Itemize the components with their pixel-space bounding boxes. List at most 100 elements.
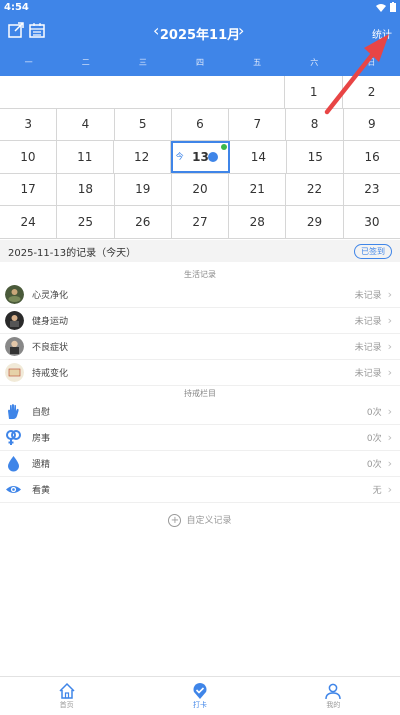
battery-icon <box>390 2 396 12</box>
custom-record-button[interactable]: + 自定义记录 <box>0 513 400 527</box>
weekday-label: 四 <box>195 58 204 67</box>
weekday-label: 五 <box>253 58 262 67</box>
chevron-right-icon: › <box>387 288 392 301</box>
calendar-day-today[interactable]: 今 13 <box>170 141 231 173</box>
wifi-icon <box>376 3 386 12</box>
status-dot-icon <box>221 144 228 150</box>
status-bar: 4:54 <box>0 0 400 14</box>
life-item-mind[interactable]: 心灵净化 未记录 › <box>0 282 400 308</box>
calendar-day[interactable]: 19 <box>115 173 172 205</box>
calendar-day[interactable]: 4 <box>57 108 115 140</box>
life-item-fitness[interactable]: 健身运动 未记录 › <box>0 308 400 334</box>
calendar-empty-cell <box>0 76 57 108</box>
calendar-day[interactable]: 7 <box>229 108 287 140</box>
calendar-day[interactable]: 18 <box>57 173 115 205</box>
calendar-day[interactable]: 30 <box>344 206 400 238</box>
calendar-day[interactable]: 21 <box>229 173 287 205</box>
calendar-grid: 1 2 3 4 5 6 7 8 9 10 11 12 今 13 14 15 16… <box>0 76 400 239</box>
calendar-day[interactable]: 14 <box>230 141 288 173</box>
calendar-day[interactable]: 8 <box>286 108 344 140</box>
life-item-abstain-change[interactable]: 持戒变化 未记录 › <box>0 360 400 386</box>
nav-label: 我的 <box>326 701 341 709</box>
nav-label: 打卡 <box>192 701 207 709</box>
life-item-symptoms[interactable]: 不良症状 未记录 › <box>0 334 400 360</box>
abstain-item-sex[interactable]: 房事 0次 › <box>0 425 400 451</box>
calendar-week: 1 2 <box>0 76 400 109</box>
abstain-item-value: 0次 <box>366 408 382 418</box>
calendar-day[interactable]: 5 <box>115 108 172 140</box>
home-icon <box>59 682 75 699</box>
signed-badge[interactable]: 已签到 <box>354 243 392 259</box>
calendar-day[interactable]: 22 <box>286 173 344 205</box>
nav-checkin[interactable]: 打卡 <box>133 677 266 715</box>
calendar-day[interactable]: 11 <box>57 141 114 173</box>
calendar-week: 24 25 26 27 28 29 30 <box>0 206 400 239</box>
life-item-value: 未记录 <box>354 369 382 379</box>
calendar-empty-cell <box>114 76 171 108</box>
life-section-title: 生活记录 <box>184 270 216 279</box>
meditation-avatar-icon <box>5 285 24 304</box>
user-icon <box>325 683 342 700</box>
calendar-week: 3 4 5 6 7 8 9 <box>0 108 400 141</box>
calendar-day[interactable]: 12 <box>114 141 171 173</box>
calendar-day[interactable]: 29 <box>286 206 344 238</box>
today-marker: 今 <box>175 152 184 162</box>
abstain-item-label: 遗精 <box>32 460 51 470</box>
calendar-day[interactable]: 25 <box>57 206 115 238</box>
chevron-right-icon: › <box>387 340 392 353</box>
calendar-day[interactable]: 10 <box>0 141 57 173</box>
life-item-label: 持戒变化 <box>32 369 69 379</box>
calendar-empty-cell <box>171 76 228 108</box>
calendar-day[interactable]: 23 <box>344 174 400 206</box>
abstain-item-masturbation[interactable]: 自慰 0次 › <box>0 399 400 425</box>
plus-icon: + <box>168 514 182 527</box>
life-item-value: 未记录 <box>354 291 382 301</box>
chevron-right-icon: › <box>387 457 392 470</box>
life-item-label: 心灵净化 <box>32 291 69 301</box>
calendar-day[interactable]: 24 <box>0 206 58 238</box>
abstain-item-porn[interactable]: 看黄 无 › <box>0 477 400 503</box>
life-item-label: 不良症状 <box>32 343 69 353</box>
calendar-day[interactable]: 6 <box>172 108 230 140</box>
chevron-right-icon: › <box>387 366 392 379</box>
calendar-day[interactable]: 26 <box>115 206 172 238</box>
calendar-day[interactable]: 27 <box>172 206 230 238</box>
chevron-right-icon: › <box>387 405 392 418</box>
weekday-label: 六 <box>310 58 319 67</box>
weekday-label: 二 <box>81 58 90 67</box>
drop-icon <box>5 455 22 472</box>
weekday-label: 一 <box>24 58 33 67</box>
record-date-title: 2025-11-13的记录（今天） <box>8 247 137 259</box>
chevron-right-icon: › <box>387 314 392 327</box>
month-title: 2025年11月 <box>159 28 241 43</box>
checkin-badge-icon <box>208 151 219 162</box>
abstain-item-emission[interactable]: 遗精 0次 › <box>0 451 400 477</box>
calendar-day[interactable]: 9 <box>344 109 400 141</box>
life-item-value: 未记录 <box>354 317 382 327</box>
record-header: 2025-11-13的记录（今天） 已签到 <box>0 240 400 262</box>
abstain-item-label: 自慰 <box>32 408 51 418</box>
checkin-icon <box>193 683 207 699</box>
calendar-day[interactable]: 16 <box>344 141 400 173</box>
eye-icon <box>5 481 22 498</box>
calendar-empty-cell <box>57 76 114 108</box>
calendar-day[interactable]: 2 <box>343 76 400 108</box>
stats-button[interactable]: 统计 <box>372 26 392 41</box>
calendar-week: 10 11 12 今 13 14 15 16 <box>0 141 400 174</box>
nav-label: 首页 <box>59 701 74 709</box>
calendar-day[interactable]: 20 <box>172 173 230 205</box>
calendar-day[interactable]: 15 <box>287 141 345 173</box>
chevron-right-icon: › <box>387 483 392 496</box>
next-month-button[interactable]: › <box>238 21 244 40</box>
calendar-day[interactable]: 28 <box>229 206 287 238</box>
nav-profile[interactable]: 我的 <box>267 677 400 715</box>
calendar-day[interactable]: 1 <box>285 76 344 108</box>
nav-home[interactable]: 首页 <box>0 677 133 715</box>
top-header: ‹ 2025年11月 › 统计 <box>0 14 400 50</box>
gender-icon <box>5 429 22 446</box>
hand-icon <box>5 403 22 420</box>
calendar-day[interactable]: 3 <box>0 108 58 140</box>
abstain-item-label: 房事 <box>32 434 51 444</box>
custom-record-label: 自定义记录 <box>186 516 232 526</box>
calendar-day[interactable]: 17 <box>0 173 58 205</box>
